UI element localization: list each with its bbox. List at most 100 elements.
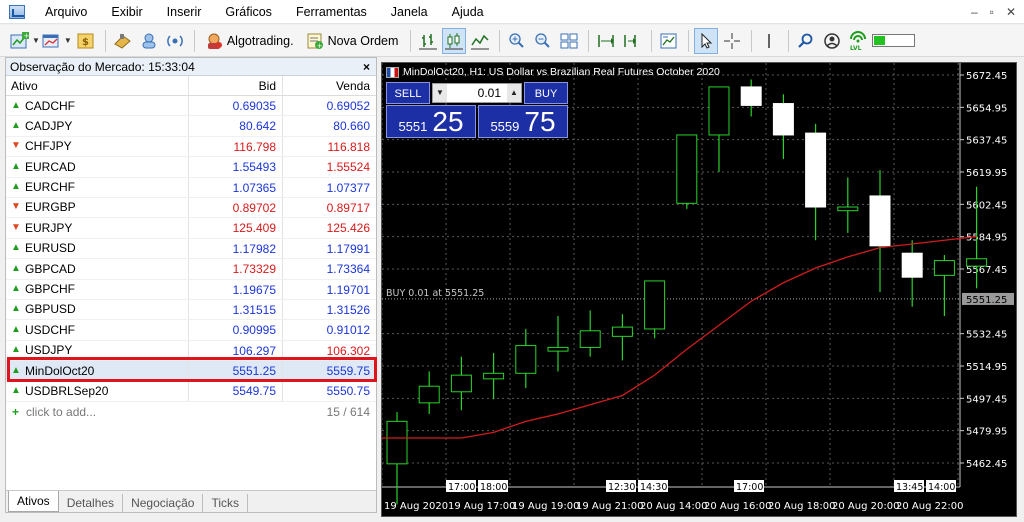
buy-button[interactable]: BUY bbox=[524, 82, 568, 104]
market-row-eurgbp[interactable]: ▼ EURGBP 0.89702 0.89717 bbox=[6, 197, 376, 219]
row-ask: 125.426 bbox=[326, 221, 370, 236]
row-symbol: GBPUSD bbox=[25, 302, 76, 317]
candle-body bbox=[740, 86, 762, 106]
market-row-gbpcad[interactable]: ▲ GBPCAD 1.73329 1.73364 bbox=[6, 259, 376, 280]
profiles-button[interactable]: ▼ bbox=[42, 28, 72, 54]
lot-down-icon[interactable]: ▼ bbox=[433, 84, 447, 102]
market-row-eurjpy[interactable]: ▼ EURJPY 125.409 125.426 bbox=[6, 218, 376, 239]
market-row-gbpusd[interactable]: ▲ GBPUSD 1.31515 1.31526 bbox=[6, 299, 376, 321]
buy-price-button[interactable]: 5559 75 bbox=[478, 105, 568, 138]
row-bid: 116.798 bbox=[189, 136, 283, 157]
terminal-button[interactable] bbox=[137, 28, 161, 54]
market-row-eurchf[interactable]: ▲ EURCHF 1.07365 1.07377 bbox=[6, 177, 376, 198]
sell-price-button[interactable]: 5551 25 bbox=[386, 105, 476, 138]
market-row-usdbrlsep20[interactable]: ▲ USDBRLSep20 5549.75 5550.75 bbox=[6, 381, 376, 402]
candle-body bbox=[450, 374, 472, 393]
market-row-usdchf[interactable]: ▲ USDCHF 0.90995 0.91012 bbox=[6, 320, 376, 341]
lvl-icon: LVL bbox=[850, 30, 867, 51]
signals-button[interactable] bbox=[163, 28, 187, 54]
market-row-chfjpy[interactable]: ▼ CHFJPY 116.798 116.818 bbox=[6, 136, 376, 158]
tab-detalhes[interactable]: Detalhes bbox=[59, 494, 124, 512]
arrow-up-icon: ▲ bbox=[11, 283, 21, 295]
menu-graficos[interactable]: Gráficos bbox=[213, 0, 284, 24]
arrow-up-icon: ▲ bbox=[11, 344, 21, 356]
row-symbol: EURGBP bbox=[25, 200, 76, 215]
signal-level-button[interactable]: LVL bbox=[846, 28, 870, 54]
tab-ticks[interactable]: Ticks bbox=[203, 494, 248, 512]
indicators-button[interactable] bbox=[657, 28, 681, 54]
menu-ferramentas[interactable]: Ferramentas bbox=[284, 0, 379, 24]
search-button[interactable] bbox=[794, 28, 818, 54]
lot-size-field[interactable]: ▼ 0.01 ▲ bbox=[432, 83, 522, 103]
candle-body bbox=[483, 372, 505, 380]
new-chart-icon: + bbox=[10, 31, 30, 48]
zoom-out-icon bbox=[535, 32, 551, 48]
market-row-eurcad[interactable]: ▲ EURCAD 1.55493 1.55524 bbox=[6, 157, 376, 178]
row-bid: 80.642 bbox=[189, 116, 283, 136]
chart-shift-icon bbox=[624, 34, 637, 47]
restore-icon[interactable]: ▫ bbox=[990, 5, 994, 19]
menu-janela[interactable]: Janela bbox=[379, 0, 440, 24]
menu-arquivo[interactable]: Arquivo bbox=[33, 0, 99, 24]
menu-inserir[interactable]: Inserir bbox=[155, 0, 214, 24]
market-row-cadjpy[interactable]: ▲ CADJPY 80.642 80.660 bbox=[6, 116, 376, 137]
line-chart-button[interactable] bbox=[468, 28, 492, 54]
column-header-ask[interactable]: Venda bbox=[283, 76, 376, 95]
market-watch-button[interactable]: $ bbox=[74, 28, 98, 54]
bar-chart-button[interactable] bbox=[416, 28, 440, 54]
app-chart-icon[interactable] bbox=[9, 4, 25, 19]
tab-ativos[interactable]: Ativos bbox=[8, 491, 59, 512]
svg-text:+: + bbox=[24, 32, 30, 40]
navigator-button[interactable] bbox=[111, 28, 135, 54]
lot-up-icon[interactable]: ▲ bbox=[507, 84, 521, 102]
candlestick-chart-button[interactable] bbox=[442, 27, 467, 54]
market-row-mindoloct20[interactable]: ▲ MinDolOct20 5551.25 5559.75 bbox=[6, 361, 376, 382]
column-header-symbol[interactable]: Ativo bbox=[6, 76, 189, 95]
arrow-down-icon: ▼ bbox=[11, 140, 21, 152]
menu-exibir[interactable]: Exibir bbox=[99, 0, 154, 24]
auto-scroll-button[interactable] bbox=[594, 28, 618, 54]
row-symbol-cell: ▲ GBPCHF bbox=[6, 279, 189, 299]
row-bid: 125.409 bbox=[189, 218, 283, 238]
chart-shift-button[interactable] bbox=[620, 28, 644, 54]
market-row-gbpchf[interactable]: ▲ GBPCHF 1.19675 1.19701 bbox=[6, 279, 376, 300]
position-label: BUY 0.01 at 5551.25 bbox=[386, 288, 484, 299]
tile-windows-button[interactable] bbox=[557, 28, 581, 54]
x-tick-label: 19 Aug 17:00 bbox=[448, 501, 515, 512]
row-ask: 106.302 bbox=[326, 343, 370, 358]
chart-title-text: MinDolOct20, H1: US Dollar vs Brazilian … bbox=[403, 66, 720, 78]
candle-body bbox=[869, 195, 891, 247]
sell-button[interactable]: SELL bbox=[386, 82, 430, 104]
candle-body bbox=[676, 134, 698, 204]
account-button[interactable] bbox=[820, 28, 844, 54]
market-row-cadchf[interactable]: ▲ CADCHF 0.69035 0.69052 bbox=[6, 96, 376, 117]
menu-ajuda[interactable]: Ajuda bbox=[440, 0, 496, 24]
new-order-button[interactable]: + Nova Ordem bbox=[301, 28, 404, 54]
zoom-in-button[interactable] bbox=[505, 28, 529, 54]
cursor-button[interactable] bbox=[694, 27, 719, 54]
crosshair-button[interactable] bbox=[720, 28, 744, 54]
row-symbol: CADCHF bbox=[25, 98, 75, 113]
market-row-eurusd[interactable]: ▲ EURUSD 1.17982 1.17991 bbox=[6, 238, 376, 260]
signal-icon bbox=[166, 34, 183, 47]
zoom-out-button[interactable] bbox=[531, 28, 555, 54]
window-controls: – ▫ ✕ bbox=[971, 0, 1016, 24]
vertical-line-button[interactable] bbox=[757, 28, 781, 54]
price-chart[interactable]: 5672.45 5654.95 5637.45 5619.95 5602.45 5584.… bbox=[381, 62, 1017, 517]
close-icon[interactable]: × bbox=[363, 58, 370, 76]
lot-size-value[interactable]: 0.01 bbox=[447, 86, 507, 100]
tab-negociacao[interactable]: Negociação bbox=[123, 494, 204, 512]
market-row-usdjpy[interactable]: ▲ USDJPY 106.297 106.302 bbox=[6, 340, 376, 362]
add-symbol-row[interactable]: + click to add... 15 / 614 bbox=[6, 402, 376, 422]
column-header-bid[interactable]: Bid bbox=[189, 76, 283, 95]
close-icon[interactable]: ✕ bbox=[1006, 5, 1016, 19]
algotrading-button[interactable]: Algotrading. bbox=[200, 28, 299, 54]
minimize-icon[interactable]: – bbox=[971, 5, 978, 19]
zoom-in-icon bbox=[509, 32, 525, 48]
row-bid: 1.55493 bbox=[189, 157, 283, 177]
new-chart-button[interactable]: + ▼ bbox=[10, 28, 40, 54]
row-ask: 80.660 bbox=[333, 119, 370, 134]
candle-body bbox=[579, 330, 601, 348]
navigator-icon bbox=[114, 33, 131, 49]
row-bid: 0.69035 bbox=[189, 96, 283, 116]
